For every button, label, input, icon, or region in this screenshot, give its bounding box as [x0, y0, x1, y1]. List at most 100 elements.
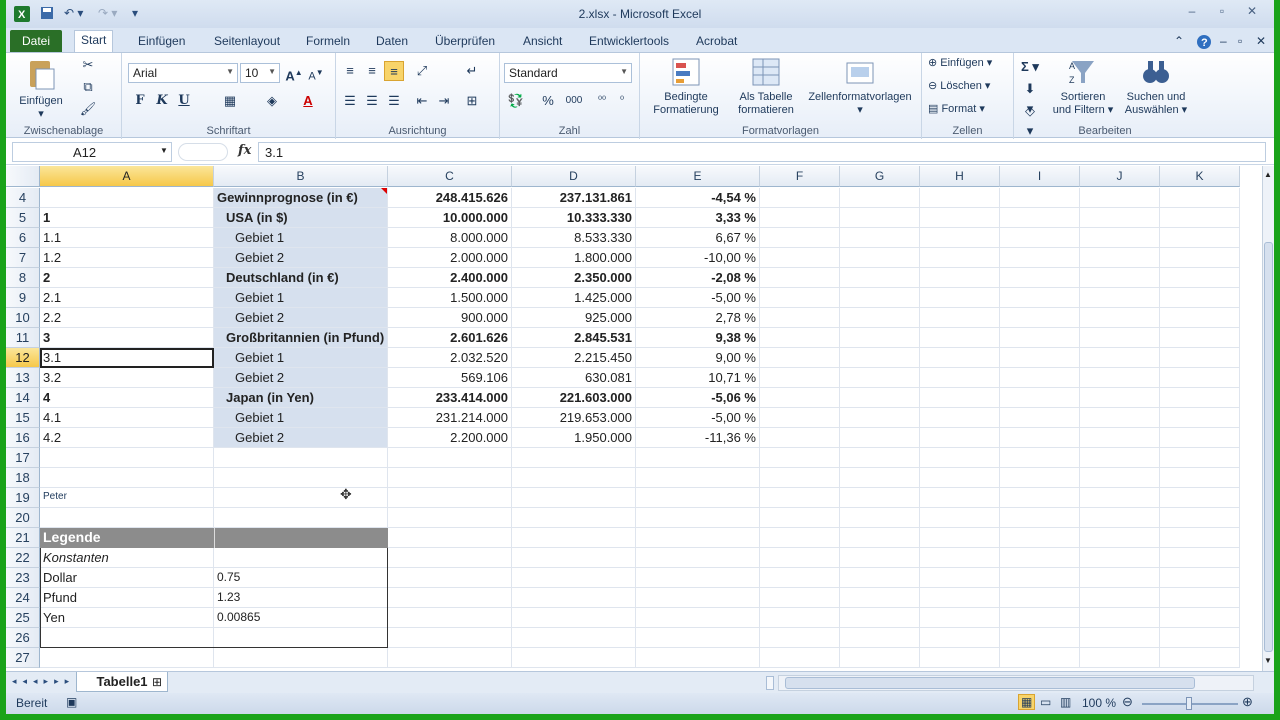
cell-g17[interactable]: [840, 448, 920, 468]
font-size-combo[interactable]: 10 ▼: [240, 63, 280, 83]
tab-ansicht[interactable]: Ansicht: [517, 32, 568, 52]
cell-i18[interactable]: [1000, 468, 1080, 488]
cell-f13[interactable]: [760, 368, 840, 388]
cell-h12[interactable]: [920, 348, 1000, 368]
cell-c17[interactable]: [388, 448, 512, 468]
cell-k26[interactable]: [1160, 628, 1240, 648]
sort-filter-button[interactable]: AZ Sortieren und Filtern ▾: [1048, 57, 1118, 117]
cell-d19[interactable]: [512, 488, 636, 508]
row-header-14[interactable]: 14: [6, 388, 40, 408]
cell-d10[interactable]: 925.000: [512, 308, 636, 328]
cell-b9[interactable]: Gebiet 1: [214, 288, 388, 308]
cell-h7[interactable]: [920, 248, 1000, 268]
decrease-decimal-icon[interactable]: ⁰: [612, 91, 632, 111]
cell-e15[interactable]: -5,00 %: [636, 408, 760, 428]
cell-e8[interactable]: -2,08 %: [636, 268, 760, 288]
cell-i4[interactable]: [1000, 188, 1080, 208]
cell-b19[interactable]: [214, 488, 388, 508]
cell-d20[interactable]: [512, 508, 636, 528]
align-top-icon[interactable]: ≡: [340, 61, 360, 81]
cell-d23[interactable]: [512, 568, 636, 588]
cell-c12[interactable]: 2.032.520: [388, 348, 512, 368]
cell-k21[interactable]: [1160, 528, 1240, 548]
cell-j15[interactable]: [1080, 408, 1160, 428]
cell-f14[interactable]: [760, 388, 840, 408]
cell-d25[interactable]: [512, 608, 636, 628]
cell-d8[interactable]: 2.350.000: [512, 268, 636, 288]
currency-icon[interactable]: 💱: [506, 91, 526, 111]
macro-record-icon[interactable]: ▣: [66, 695, 77, 709]
cell-j20[interactable]: [1080, 508, 1160, 528]
cell-k10[interactable]: [1160, 308, 1240, 328]
cell-f7[interactable]: [760, 248, 840, 268]
cell-i13[interactable]: [1000, 368, 1080, 388]
tab-einfuegen[interactable]: Einfügen: [132, 32, 191, 52]
cell-e19[interactable]: [636, 488, 760, 508]
row-header-8[interactable]: 8: [6, 268, 40, 288]
cell-h9[interactable]: [920, 288, 1000, 308]
cell-j25[interactable]: [1080, 608, 1160, 628]
cell-k25[interactable]: [1160, 608, 1240, 628]
decrease-indent-icon[interactable]: ⇤: [412, 91, 432, 111]
cell-g11[interactable]: [840, 328, 920, 348]
cell-h16[interactable]: [920, 428, 1000, 448]
cell-d9[interactable]: 1.425.000: [512, 288, 636, 308]
cell-h19[interactable]: [920, 488, 1000, 508]
cell-h8[interactable]: [920, 268, 1000, 288]
cell-d6[interactable]: 8.533.330: [512, 228, 636, 248]
cell-f17[interactable]: [760, 448, 840, 468]
cell-d4[interactable]: 237.131.861: [512, 188, 636, 208]
cell-f21[interactable]: [760, 528, 840, 548]
fill-icon[interactable]: ⬇ ▾: [1020, 79, 1040, 116]
zoom-in-icon[interactable]: ⊕: [1242, 694, 1253, 710]
window-close-icon[interactable]: ✕: [1250, 32, 1272, 52]
insert-function-button[interactable]: fx: [238, 143, 251, 158]
cell-b27[interactable]: [214, 648, 388, 668]
cell-d22[interactable]: [512, 548, 636, 568]
font-name-combo[interactable]: Arial ▼: [128, 63, 238, 83]
cell-e5[interactable]: 3,33 %: [636, 208, 760, 228]
cell-f11[interactable]: [760, 328, 840, 348]
cell-g10[interactable]: [840, 308, 920, 328]
cell-e10[interactable]: 2,78 %: [636, 308, 760, 328]
cell-e21[interactable]: [636, 528, 760, 548]
cell-f24[interactable]: [760, 588, 840, 608]
align-center-icon[interactable]: ☰: [362, 91, 382, 111]
row-header-10[interactable]: 10: [6, 308, 40, 328]
cell-c14[interactable]: 233.414.000: [388, 388, 512, 408]
cell-e9[interactable]: -5,00 %: [636, 288, 760, 308]
tab-split-handle[interactable]: [766, 676, 774, 690]
cell-j18[interactable]: [1080, 468, 1160, 488]
cell-k8[interactable]: [1160, 268, 1240, 288]
cell-a9[interactable]: 2.1: [40, 288, 214, 308]
cell-c27[interactable]: [388, 648, 512, 668]
align-bottom-icon[interactable]: ≡: [384, 61, 404, 81]
cell-c18[interactable]: [388, 468, 512, 488]
cell-c20[interactable]: [388, 508, 512, 528]
cell-d15[interactable]: 219.653.000: [512, 408, 636, 428]
row-header-27[interactable]: 27: [6, 648, 40, 668]
cell-a8[interactable]: 2: [40, 268, 214, 288]
copy-icon[interactable]: ⧉: [78, 77, 98, 97]
cell-d27[interactable]: [512, 648, 636, 668]
delete-cells-button[interactable]: ⊖ Löschen ▾: [928, 80, 1012, 93]
cell-i8[interactable]: [1000, 268, 1080, 288]
cell-j19[interactable]: [1080, 488, 1160, 508]
scroll-up-icon[interactable]: ▲: [1264, 170, 1273, 182]
column-header-h[interactable]: H: [920, 166, 1000, 187]
cell-a17[interactable]: [40, 448, 214, 468]
normal-view-icon[interactable]: ▦: [1018, 694, 1036, 710]
cell-g12[interactable]: [840, 348, 920, 368]
cell-f22[interactable]: [760, 548, 840, 568]
cell-j17[interactable]: [1080, 448, 1160, 468]
cell-k15[interactable]: [1160, 408, 1240, 428]
cell-h25[interactable]: [920, 608, 1000, 628]
tab-ueberpruefen[interactable]: Überprüfen: [429, 32, 501, 52]
legend-item-label[interactable]: Pfund: [43, 590, 77, 605]
cell-a12[interactable]: 3.1: [40, 348, 214, 368]
cell-j10[interactable]: [1080, 308, 1160, 328]
cell-g15[interactable]: [840, 408, 920, 428]
cell-b12[interactable]: Gebiet 1: [214, 348, 388, 368]
wrap-text-icon[interactable]: ↵: [462, 61, 482, 81]
cell-k27[interactable]: [1160, 648, 1240, 668]
